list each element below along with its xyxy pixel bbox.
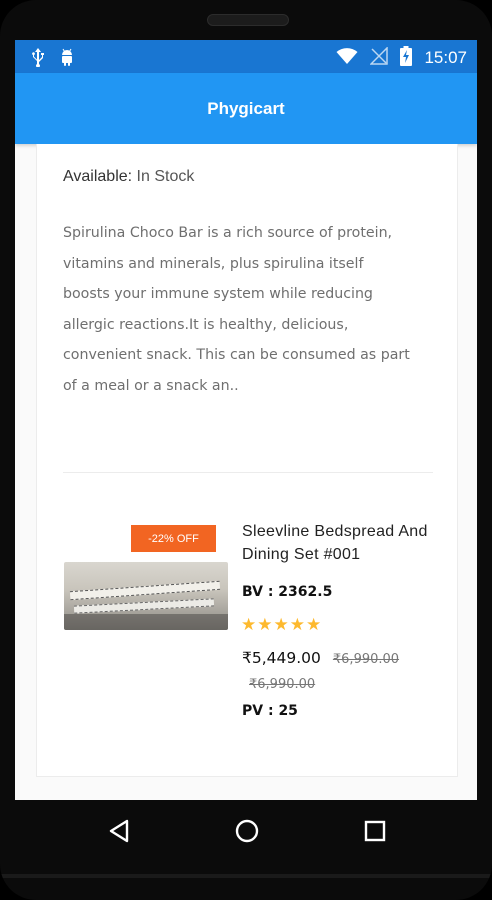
product-description: Spirulina Choco Bar is a rich source of … (63, 225, 410, 394)
star-icon: ★ (289, 615, 305, 635)
star-icon: ★ (241, 615, 257, 635)
product-name[interactable]: Sleevline Bedspread And Dining Set #001 (242, 520, 432, 566)
device-chin (0, 874, 492, 878)
screen: 15:07 Phygicart Available: In Stock Spir… (15, 40, 477, 800)
usb-icon (31, 47, 45, 71)
no-signal-icon (369, 46, 389, 69)
pv-value: PV : 25 (242, 703, 298, 719)
navigation-bar (0, 800, 492, 862)
app-title: Phygicart (207, 98, 285, 118)
product-detail-card: Available: In Stock Spirulina Choco Bar … (36, 144, 458, 777)
star-icon: ★ (273, 615, 289, 635)
mrp-price-secondary: ₹6,990.00 (249, 677, 316, 692)
rating-stars: ★ ★ ★ ★ ★ (241, 615, 321, 635)
star-icon: ★ (257, 615, 273, 635)
speaker-grille (207, 14, 289, 26)
status-bar: 15:07 (15, 40, 477, 73)
app-bar: Phygicart (15, 73, 477, 144)
battery-charging-icon (400, 46, 413, 70)
bv-value: BV : 2362.5 (242, 584, 333, 600)
device-frame: 15:07 Phygicart Available: In Stock Spir… (0, 0, 492, 900)
price-row: ₹5,449.00 ₹6,990.00 (242, 649, 399, 667)
home-icon[interactable] (232, 816, 262, 846)
price: ₹5,449.00 (242, 649, 321, 667)
star-icon: ★ (306, 615, 322, 635)
availability-status: In Stock (136, 168, 195, 185)
availability: Available: In Stock (63, 168, 194, 186)
status-time: 15:07 (424, 48, 467, 67)
discount-badge: -22% OFF (131, 525, 216, 552)
divider (63, 472, 433, 473)
recents-icon[interactable] (360, 816, 390, 846)
mrp-price: ₹6,990.00 (332, 652, 400, 667)
back-icon[interactable] (104, 816, 134, 846)
android-icon (59, 47, 75, 71)
product-image[interactable] (64, 562, 228, 630)
wifi-icon (336, 47, 358, 69)
availability-label: Available: (63, 168, 133, 185)
